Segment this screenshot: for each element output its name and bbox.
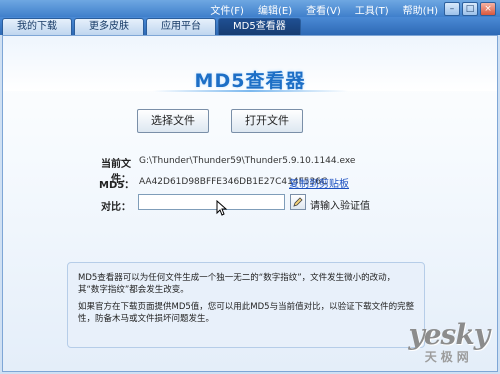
window-controls: – □ × [444, 2, 496, 16]
md5-label: MD5： [99, 180, 135, 191]
text-cursor-icon [216, 200, 228, 216]
compare-label: 对比： [101, 202, 131, 213]
compare-hint: 请输入验证值 [310, 201, 370, 212]
compare-input[interactable] [138, 194, 285, 210]
watermark-logo: yesky [408, 318, 490, 351]
copy-to-clipboard-link[interactable]: 复制到剪贴板 [289, 175, 349, 190]
menu-tools[interactable]: 工具(T) [355, 2, 389, 17]
tab-md5-viewer[interactable]: MD5查看器 [218, 18, 301, 35]
info-text-2: 如果官方在下载页面提供MD5值，您可以用此MD5与当前值对比，以验证下载文件的完… [78, 302, 415, 324]
info-box: MD5查看器可以为任何文件生成一个独一无二的“数字指纹”，文件发生微小的改动，其… [67, 262, 425, 348]
choose-file-button[interactable]: 选择文件 [137, 109, 209, 133]
menu-help[interactable]: 帮助(H) [403, 2, 438, 17]
menu-edit[interactable]: 编辑(E) [258, 2, 292, 17]
maximize-icon[interactable]: □ [462, 2, 478, 16]
title-bar: 文件(F) 编辑(E) 查看(V) 工具(T) 帮助(H) – □ × [0, 0, 500, 17]
menu-file[interactable]: 文件(F) [210, 2, 244, 17]
md5-viewer-panel: MD5查看器 选择文件 打开文件 当前文件： G:\Thunder\Thunde… [2, 35, 498, 372]
page-title: MD5查看器 [194, 70, 306, 92]
open-file-button[interactable]: 打开文件 [231, 109, 303, 133]
pen-icon [293, 197, 303, 207]
minimize-icon[interactable]: – [444, 2, 460, 16]
menu-view[interactable]: 查看(V) [306, 2, 341, 17]
close-icon[interactable]: × [480, 2, 496, 16]
title-underline [153, 90, 348, 92]
info-text-1: MD5查看器可以为任何文件生成一个独一无二的“数字指纹”，文件发生微小的改动，其… [78, 273, 396, 295]
tab-bar: 我的下载 更多皮肤 应用平台 MD5查看器 [0, 17, 500, 35]
tab-my-downloads[interactable]: 我的下载 [2, 18, 72, 35]
tab-more-skins[interactable]: 更多皮肤 [74, 18, 144, 35]
current-file-path: G:\Thunder\Thunder59\Thunder5.9.10.1144.… [139, 156, 356, 166]
tab-app-platform[interactable]: 应用平台 [146, 18, 216, 35]
edit-pen-button[interactable] [290, 194, 306, 210]
yesky-watermark: yesky 天极网 [408, 318, 490, 365]
